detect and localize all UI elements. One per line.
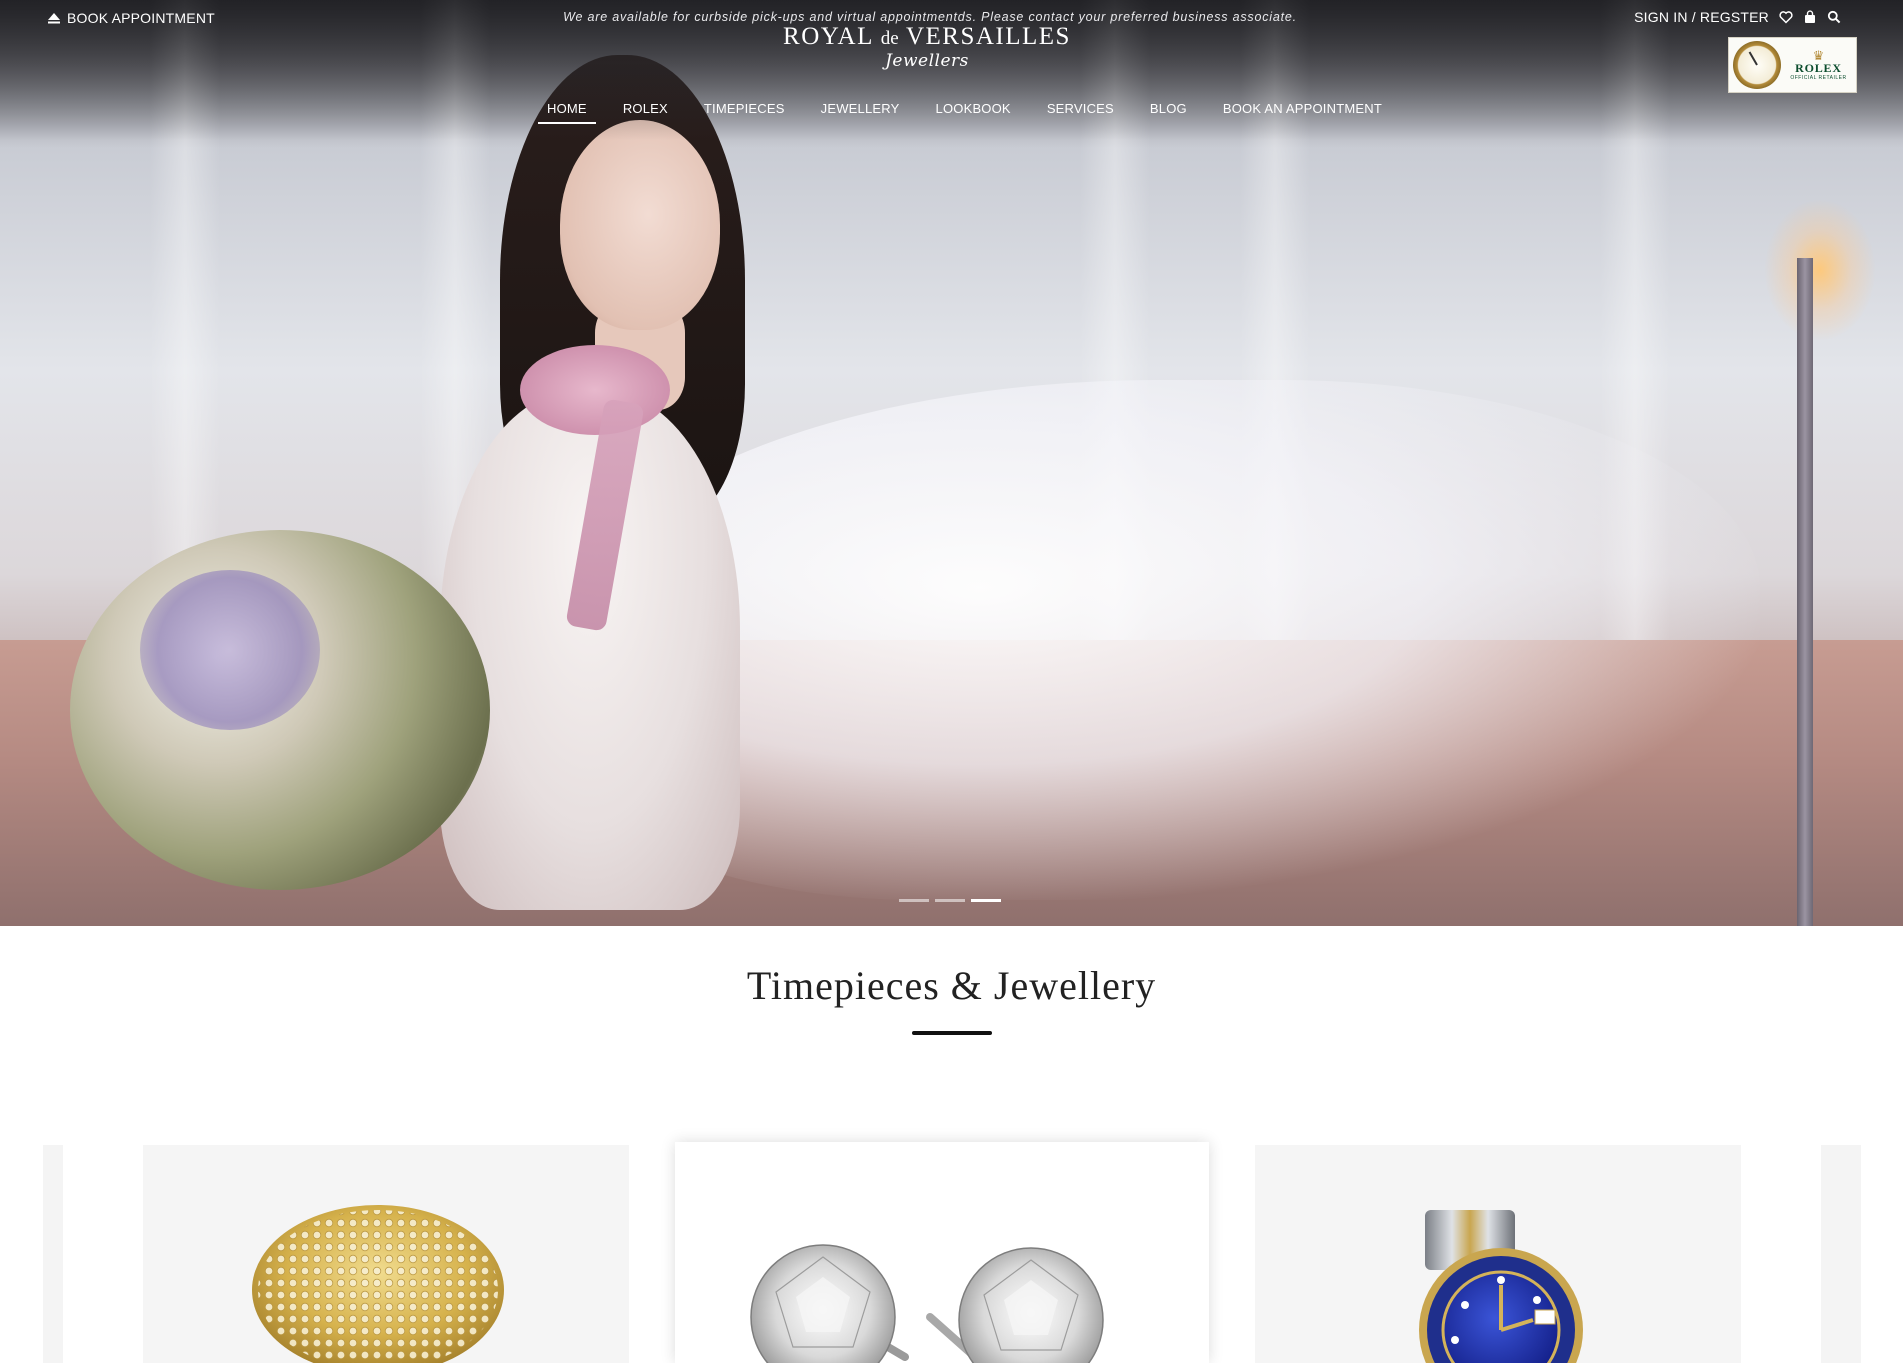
- eject-icon: [48, 13, 60, 24]
- book-appointment-label: BOOK APPOINTMENT: [67, 10, 215, 26]
- rolex-clock-icon: [1733, 41, 1781, 89]
- book-appointment-link[interactable]: BOOK APPOINTMENT: [47, 10, 215, 26]
- sign-in-register-link[interactable]: SIGN IN / REGSTER: [1634, 9, 1769, 25]
- nav-jewellery[interactable]: JEWELLERY: [803, 100, 918, 124]
- nav-lookbook[interactable]: LOOKBOOK: [918, 100, 1029, 124]
- hero-model-face: [560, 120, 720, 330]
- nav-services[interactable]: SERVICES: [1029, 100, 1132, 124]
- crown-icon: ♛: [1812, 47, 1825, 63]
- gold-ring-image: [252, 1205, 504, 1363]
- shopping-bag-icon[interactable]: [1803, 10, 1817, 24]
- hero-candle-flame: [1765, 200, 1875, 340]
- logo-wordmark: ROYAL de VERSAILLES: [752, 24, 1102, 49]
- carousel-indicator-1[interactable]: [899, 899, 929, 902]
- rolex-official-retailer-badge[interactable]: ♛ ROLEX OFFICIAL RETAILER: [1728, 37, 1857, 93]
- rolex-brand-label: ROLEX: [1795, 60, 1842, 75]
- section-divider: [912, 1031, 992, 1035]
- logo-de: de: [880, 28, 899, 49]
- nav-timepieces[interactable]: TIMEPIECES: [686, 100, 803, 124]
- rolex-watch-image: [1419, 1210, 1583, 1363]
- search-icon[interactable]: [1827, 10, 1841, 24]
- rolex-tagline: OFFICIAL RETAILER: [1790, 75, 1847, 82]
- diamond-earrings-image: [750, 1244, 1104, 1363]
- nav-book-an-appointment[interactable]: BOOK AN APPOINTMENT: [1205, 100, 1400, 124]
- nav-home[interactable]: HOME: [529, 100, 605, 124]
- nav-blog[interactable]: BLOG: [1132, 100, 1205, 124]
- hero-banner[interactable]: [0, 0, 1903, 926]
- logo-royal: ROYAL: [783, 23, 873, 50]
- carousel-indicators: [899, 899, 1001, 902]
- site-logo[interactable]: ROYAL de VERSAILLES Jewellers: [752, 24, 1102, 71]
- logo-versailles: VERSAILLES: [905, 23, 1071, 50]
- main-nav: HOME ROLEX TIMEPIECES JEWELLERY LOOKBOOK…: [529, 100, 1400, 124]
- account-tools: SIGN IN / REGSTER: [1634, 9, 1841, 25]
- rolex-badge-text: ♛ ROLEX OFFICIAL RETAILER: [1781, 49, 1856, 81]
- carousel-card-edge-right[interactable]: [1821, 1145, 1861, 1363]
- hero-veil: [560, 380, 1760, 900]
- product-card-watch[interactable]: [1255, 1145, 1741, 1363]
- hero-pink-bow: [520, 345, 670, 435]
- carousel-card-edge-left[interactable]: [43, 1145, 63, 1363]
- carousel-indicator-3[interactable]: [971, 899, 1001, 902]
- announcement-text: We are available for curbside pick-ups a…: [563, 10, 1297, 24]
- product-card-earrings[interactable]: [675, 1142, 1209, 1363]
- section-title: Timepieces & Jewellery: [746, 963, 1157, 1008]
- hero-model-dress: [440, 390, 740, 910]
- hero-candle: [1797, 258, 1813, 926]
- hero-bouquet-lavender: [140, 570, 320, 730]
- product-card-ring[interactable]: [143, 1145, 629, 1363]
- nav-rolex[interactable]: ROLEX: [605, 100, 686, 124]
- logo-subtitle: Jewellers: [885, 51, 969, 71]
- heart-icon[interactable]: [1779, 10, 1793, 24]
- carousel-indicator-2[interactable]: [935, 899, 965, 902]
